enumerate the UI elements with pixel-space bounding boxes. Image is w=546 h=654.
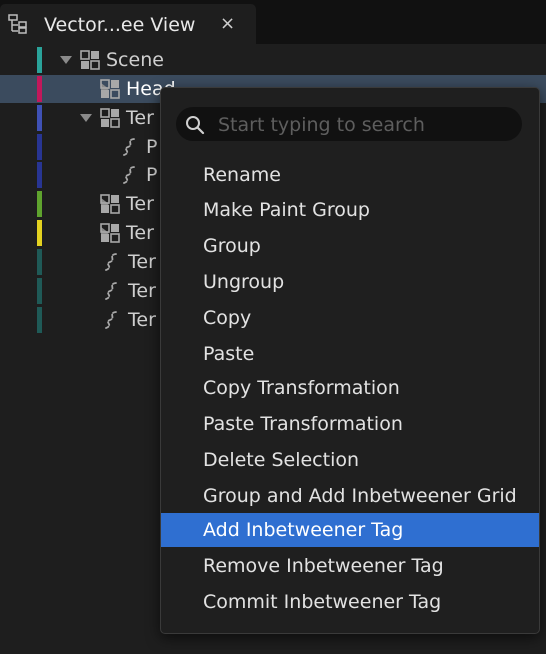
tree-node-label: Ter bbox=[126, 222, 154, 244]
layer-color-bar bbox=[37, 278, 42, 304]
tree-node-label: Scene bbox=[106, 49, 164, 71]
tree-node-label: Ter bbox=[128, 251, 156, 273]
menu-item-remove-inbetweener-tag[interactable]: Remove Inbetweener Tag bbox=[161, 549, 539, 583]
layer-color-bar bbox=[37, 76, 42, 102]
menu-item-group-and-add-inbetweener-grid[interactable]: Group and Add Inbetweener Grid bbox=[161, 479, 539, 513]
group-icon bbox=[80, 50, 100, 70]
search-input[interactable] bbox=[216, 110, 516, 140]
tree-node-label: Ter bbox=[128, 280, 156, 302]
layer-color-bar bbox=[37, 134, 42, 160]
stroke-icon bbox=[105, 311, 117, 329]
tab-title: Vector...ee View bbox=[44, 14, 196, 36]
stroke-icon bbox=[105, 253, 117, 271]
close-icon[interactable]: × bbox=[220, 13, 235, 34]
tree-view-icon bbox=[8, 14, 27, 34]
search-box[interactable] bbox=[176, 107, 522, 141]
group-icon bbox=[100, 108, 120, 128]
menu-item-paste-transformation[interactable]: Paste Transformation bbox=[161, 407, 539, 441]
menu-item-group[interactable]: Group bbox=[161, 229, 539, 263]
layer-color-bar bbox=[37, 47, 42, 73]
group-icon bbox=[100, 79, 120, 99]
menu-item-commit-inbetweener-tag[interactable]: Commit Inbetweener Tag bbox=[161, 585, 539, 619]
layer-color-bar bbox=[37, 249, 42, 275]
stroke-icon bbox=[105, 282, 117, 300]
layer-color-bar bbox=[37, 191, 42, 217]
chevron-down-icon[interactable] bbox=[80, 114, 92, 122]
group-icon bbox=[100, 223, 120, 243]
tree-node-label: P bbox=[146, 136, 158, 158]
tree-node-label: P bbox=[146, 164, 158, 186]
layer-color-bar bbox=[37, 307, 42, 333]
layer-color-bar bbox=[37, 162, 42, 188]
tab-vector-tree-view[interactable]: Vector...ee View × bbox=[0, 4, 256, 44]
context-menu: RenameMake Paint GroupGroupUngroupCopyPa… bbox=[160, 87, 540, 634]
layer-color-bar bbox=[37, 105, 42, 131]
tab-bar: Vector...ee View × bbox=[0, 0, 546, 44]
tree-node-label: Ter bbox=[128, 309, 156, 331]
group-icon bbox=[100, 194, 120, 214]
search-icon bbox=[186, 116, 205, 135]
menu-item-ungroup[interactable]: Ungroup bbox=[161, 265, 539, 299]
menu-item-copy[interactable]: Copy bbox=[161, 301, 539, 335]
menu-item-rename[interactable]: Rename bbox=[161, 158, 539, 192]
stroke-icon bbox=[123, 166, 135, 184]
menu-item-copy-transformation[interactable]: Copy Transformation bbox=[161, 371, 539, 405]
stroke-icon bbox=[123, 138, 135, 156]
tree-node-label: Ter bbox=[126, 107, 154, 129]
layer-color-bar bbox=[37, 220, 42, 246]
menu-item-delete-selection[interactable]: Delete Selection bbox=[161, 443, 539, 477]
menu-item-make-paint-group[interactable]: Make Paint Group bbox=[161, 193, 539, 227]
chevron-down-icon[interactable] bbox=[60, 56, 72, 64]
menu-item-add-inbetweener-tag[interactable]: Add Inbetweener Tag bbox=[161, 513, 539, 547]
menu-item-paste[interactable]: Paste bbox=[161, 337, 539, 371]
tree-row[interactable]: Scene bbox=[0, 46, 546, 74]
tree-node-label: Ter bbox=[126, 193, 154, 215]
